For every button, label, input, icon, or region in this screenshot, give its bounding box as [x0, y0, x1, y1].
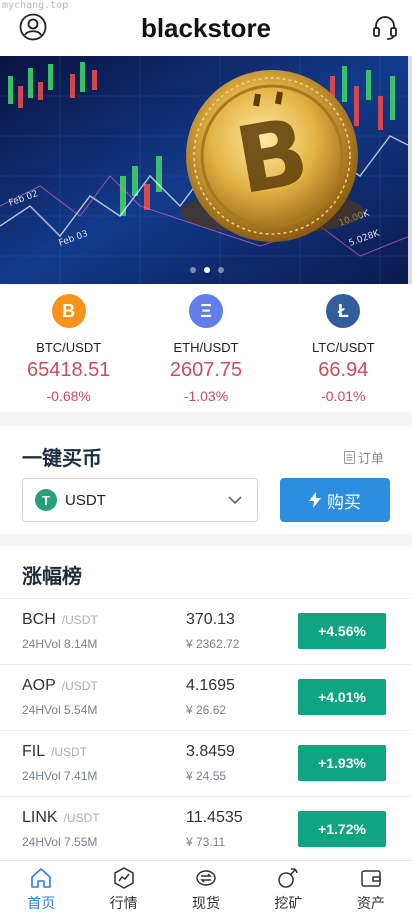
row-volume: 24HVol 7.55M: [22, 835, 98, 849]
ticker-change: -1.03%: [183, 388, 229, 404]
tab-market[interactable]: 行情: [82, 861, 164, 915]
row-cny-price: ¥ 2362.72: [186, 637, 240, 651]
tab-home[interactable]: 首页: [0, 861, 82, 915]
row-last-price: 4.1695: [186, 677, 235, 694]
market-icon: [113, 867, 134, 889]
ticker-strip: B BTC/USDT 65418.51 -0.68% Ξ ETH/USDT 26…: [0, 284, 412, 412]
buy-button[interactable]: 购买: [280, 478, 390, 522]
orders-label: 订单: [357, 451, 384, 466]
spot-icon: [196, 870, 216, 886]
mining-icon: [278, 868, 299, 888]
tab-label: 挖矿: [274, 895, 303, 911]
orders-link[interactable]: 订单: [343, 448, 384, 467]
app-header: blackstore: [0, 0, 412, 56]
market-row[interactable]: FIL/USDT 24HVol 7.41M 3.8459 ¥ 24.55 +1.…: [0, 730, 412, 796]
tab-label: 现货: [192, 895, 221, 911]
gainers-title: 涨幅榜: [22, 566, 82, 588]
section-divider: [0, 534, 412, 546]
lightning-icon: [309, 492, 321, 508]
section-divider: [0, 412, 412, 426]
row-symbol: FIL/USDT: [22, 743, 87, 761]
ticker-price: 66.94: [318, 359, 369, 381]
change-badge[interactable]: +4.56%: [298, 613, 386, 649]
ticker-price: 2607.75: [169, 359, 243, 381]
tab-label: 行情: [109, 895, 138, 911]
row-cny-price: ¥ 26.62: [186, 703, 227, 717]
user-circle-icon[interactable]: [18, 12, 48, 42]
base-symbol: BCH: [22, 611, 56, 628]
banner-pagination: [190, 267, 224, 273]
quick-buy-section: 一键买币 订单 T USDT 购买: [0, 426, 412, 534]
ticker-pair: ETH/USDT: [173, 340, 239, 355]
row-volume: 24HVol 7.41M: [22, 769, 98, 783]
currency-select[interactable]: T USDT: [22, 478, 258, 522]
currency-value: USDT: [65, 491, 106, 509]
document-icon: [343, 451, 355, 464]
quote-symbol: /USDT: [51, 745, 88, 759]
gainers-section: 涨幅榜 BCH/USDT 24HVol 8.14M 370.13 ¥ 2362.…: [0, 546, 412, 860]
ticker-pair: BTC/USDT: [36, 340, 102, 355]
promo-banner[interactable]: Feb 02 Feb 03 10.00K 5.028K B: [0, 56, 410, 284]
tab-assets[interactable]: 资产: [330, 861, 412, 915]
quick-buy-title: 一键买币: [22, 448, 102, 470]
row-volume: 24HVol 5.54M: [22, 703, 98, 717]
change-badge[interactable]: +1.72%: [298, 811, 386, 847]
row-symbol: AOP/USDT: [22, 677, 98, 695]
ticker-change: -0.68%: [46, 388, 91, 404]
row-last-price: 370.13: [186, 611, 235, 628]
change-badge[interactable]: +1.93%: [298, 745, 386, 781]
quote-symbol: /USDT: [61, 613, 98, 627]
market-row[interactable]: AOP/USDT 24HVol 5.54M 4.1695 ¥ 26.62 +4.…: [0, 664, 412, 730]
ticker-btc[interactable]: B BTC/USDT 65418.51 -0.68%: [0, 284, 137, 412]
buy-label: 购买: [327, 492, 361, 512]
app-page: mychang.top blackstore Feb 02 Feb 03 5.0…: [0, 0, 412, 915]
row-last-price: 3.8459: [186, 743, 235, 760]
app-title: blackstore: [140, 12, 272, 43]
banner-dot-active[interactable]: [204, 267, 210, 273]
home-icon: [31, 868, 52, 888]
row-symbol: LINK/USDT: [22, 809, 100, 827]
change-badge[interactable]: +4.01%: [298, 679, 386, 715]
tab-spot[interactable]: 现货: [165, 861, 247, 915]
row-symbol: BCH/USDT: [22, 611, 98, 629]
quote-symbol: /USDT: [61, 679, 98, 693]
btc-icon: B: [51, 294, 86, 328]
ticker-ltc[interactable]: Ł LTC/USDT 66.94 -0.01%: [275, 284, 412, 412]
tab-label: 资产: [356, 895, 385, 911]
market-row[interactable]: LINK/USDT 24HVol 7.55M 11.4535 ¥ 73.11 +…: [0, 796, 412, 862]
ltc-icon: Ł: [326, 294, 361, 328]
bottom-tab-bar: 首页 行情 现货 挖矿 资产: [0, 860, 412, 915]
tether-icon: T: [35, 489, 57, 511]
base-symbol: FIL: [22, 743, 46, 760]
market-row[interactable]: BCH/USDT 24HVol 8.14M 370.13 ¥ 2362.72 +…: [0, 598, 412, 664]
headset-icon[interactable]: [370, 12, 400, 42]
ticker-change: -0.01%: [321, 388, 366, 404]
tab-mining[interactable]: 挖矿: [247, 861, 329, 915]
chevron-down-icon: [228, 496, 242, 505]
eth-icon: Ξ: [188, 294, 223, 328]
banner-dot[interactable]: [218, 267, 224, 273]
row-cny-price: ¥ 73.11: [186, 835, 226, 849]
tab-label: 首页: [27, 895, 56, 911]
quote-symbol: /USDT: [63, 811, 100, 825]
row-volume: 24HVol 8.14M: [22, 637, 98, 651]
bitcoin-banner-image: Feb 02 Feb 03 10.00K 5.028K B: [0, 56, 410, 284]
ticker-price: 65418.51: [26, 359, 111, 381]
banner-dot[interactable]: [190, 267, 196, 273]
ticker-eth[interactable]: Ξ ETH/USDT 2607.75 -1.03%: [137, 284, 274, 412]
wallet-icon: [361, 870, 381, 887]
base-symbol: LINK: [22, 809, 58, 826]
row-last-price: 11.4535: [186, 809, 243, 826]
base-symbol: AOP: [22, 677, 56, 694]
ticker-pair: LTC/USDT: [312, 340, 375, 355]
row-cny-price: ¥ 24.55: [186, 769, 227, 783]
